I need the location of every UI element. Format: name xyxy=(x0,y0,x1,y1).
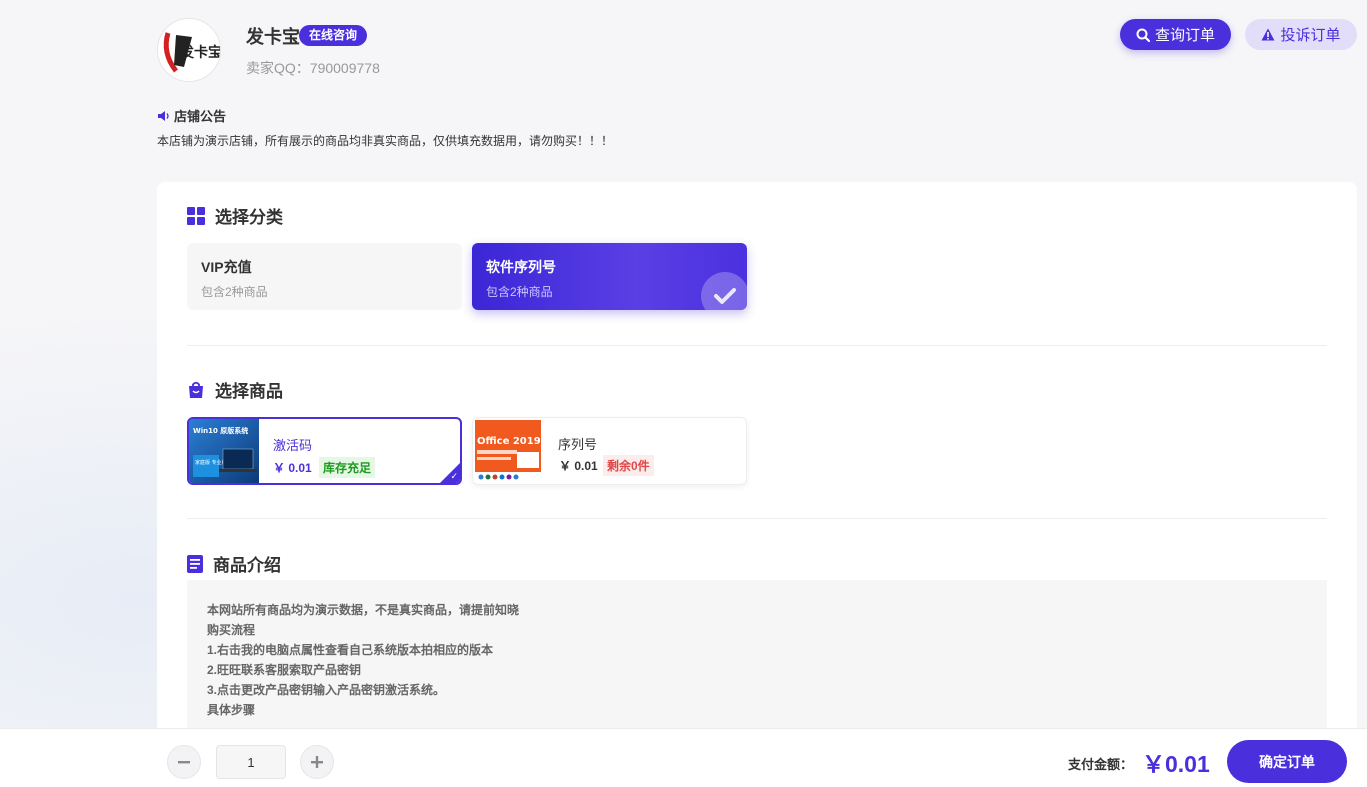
stock-badge: 库存充足 xyxy=(319,457,376,478)
category-desc: 包含2种商品 xyxy=(486,285,553,299)
notice-title: 店铺公告 xyxy=(157,106,226,125)
complain-order-button[interactable]: 投诉订单 xyxy=(1245,19,1357,50)
check-icon: ✓ xyxy=(450,471,458,481)
confirm-order-button[interactable]: 确定订单 xyxy=(1227,740,1347,783)
intro-title-text: 商品介绍 xyxy=(213,556,281,575)
search-icon xyxy=(1136,28,1150,42)
thumb-title-win10: Win10 原版系统 xyxy=(193,426,248,435)
speaker-icon xyxy=(158,110,169,121)
category-title-text: 选择分类 xyxy=(215,208,283,227)
category-card-software-serial[interactable]: 软件序列号 包含2种商品 xyxy=(472,243,747,310)
description-line: 1.右击我的电脑点属性查看自己系统版本拍相应的版本 xyxy=(207,643,494,657)
query-order-button[interactable]: 查询订单 xyxy=(1120,19,1231,50)
category-desc: 包含2种商品 xyxy=(201,285,268,299)
product-section-title: 选择商品 xyxy=(187,377,283,402)
description-line: 具体步骤 xyxy=(207,703,256,717)
quantity-increase-button[interactable] xyxy=(300,745,334,779)
description-line: 本网站所有商品均为演示数据，不是真实商品，请提前知晓 xyxy=(207,603,520,617)
divider xyxy=(187,345,1327,346)
product-name: 激活码 xyxy=(273,438,313,453)
quantity-input[interactable] xyxy=(216,745,286,779)
category-section-title: 选择分类 xyxy=(187,203,283,228)
pay-amount-label: 支付金额： xyxy=(1068,757,1134,772)
notice-title-text: 店铺公告 xyxy=(174,109,227,124)
product-name: 序列号 xyxy=(558,437,598,452)
minus-icon xyxy=(178,761,190,764)
online-consult-button[interactable]: 在线咨询 xyxy=(299,25,368,46)
warning-icon xyxy=(1261,28,1275,41)
plus-icon xyxy=(311,756,323,768)
product-price: ￥ 0.01 xyxy=(273,461,312,475)
logo-text: 发卡宝 xyxy=(179,44,221,61)
product-thumbnail-win10: Win10 原版系统 家庭版 专业版 xyxy=(189,419,259,483)
product-thumbnail-office2019: Office 2019 xyxy=(473,418,543,482)
category-card-vip[interactable]: VIP充值 包含2种商品 xyxy=(187,243,462,310)
grid-icon xyxy=(187,206,205,225)
category-name: VIP充值 xyxy=(201,259,252,275)
product-title-text: 选择商品 xyxy=(215,382,283,401)
product-price: ￥ 0.01 xyxy=(559,459,598,473)
category-name: 软件序列号 xyxy=(486,259,556,275)
query-order-label: 查询订单 xyxy=(1154,27,1215,44)
shopping-bag-icon xyxy=(189,381,203,398)
quantity-decrease-button[interactable] xyxy=(167,745,201,779)
shop-header: 发卡宝 发卡宝 在线咨询 卖家QQ：790009778 查询订单 投诉订单 xyxy=(0,0,1367,100)
checkout-bar: 支付金额： ￥0.01 确定订单 xyxy=(0,728,1367,787)
thumb-title-office: Office 2019 xyxy=(477,436,541,447)
stock-badge: 剩余0件 xyxy=(603,455,654,476)
shop-logo: 发卡宝 xyxy=(157,18,221,82)
complain-order-label: 投诉订单 xyxy=(1280,27,1341,44)
intro-section-title: 商品介绍 xyxy=(187,551,281,576)
divider xyxy=(187,518,1327,519)
pay-amount-value: ￥0.01 xyxy=(1142,751,1210,777)
description-line: 2.旺旺联系客服索取产品密钥 xyxy=(207,663,362,677)
description-line: 购买流程 xyxy=(207,623,256,637)
selected-check-icon xyxy=(701,272,747,310)
order-form-card: 选择分类 VIP充值 包含2种商品 软件序列号 包含2种商品 选择商品 Win1… xyxy=(157,182,1357,787)
product-card-activation-code[interactable]: Win10 原版系统 家庭版 专业版 激活码 ￥ 0.01 库存充足 ✓ xyxy=(187,417,462,485)
notice-text: 本店铺为演示店铺，所有展示的商品均非真实商品，仅供填充数据用，请勿购买！！！ xyxy=(157,134,614,148)
description-line: 3.点击更改产品密钥输入产品密钥激活系统。 xyxy=(207,683,446,697)
product-card-serial-number[interactable]: Office 2019 序列号 ￥ 0.01 剩余0件 xyxy=(472,417,747,485)
shop-logo-image: 发卡宝 xyxy=(158,19,221,81)
thumb-tag-win10: 家庭版 专业版 xyxy=(195,459,227,466)
document-icon xyxy=(187,554,203,573)
shop-name: 发卡宝 xyxy=(246,27,300,47)
seller-qq: 卖家QQ：790009778 xyxy=(246,60,380,76)
